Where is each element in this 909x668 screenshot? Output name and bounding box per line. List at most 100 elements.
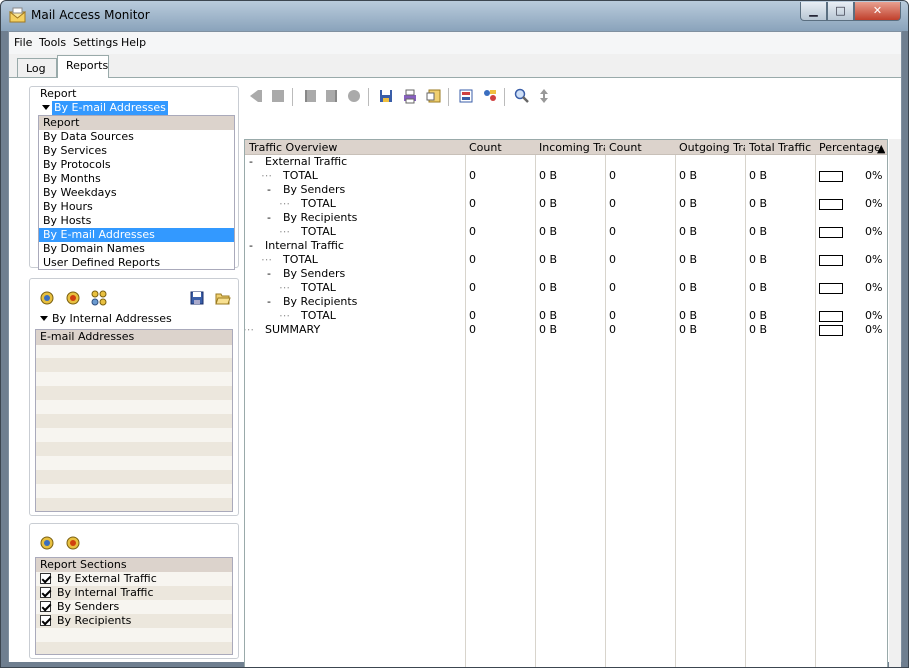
maximize-button[interactable]: □ — [827, 2, 854, 21]
tree-collapse-icon[interactable]: - — [267, 211, 271, 225]
tree-connector-icon: ⋯ — [261, 253, 272, 266]
grid-header: Traffic Overview Count Incoming Traf Cou… — [245, 140, 887, 155]
table-row[interactable]: ⋯ TOTAL 0 0 B 0 0 B 0 B 0% — [245, 225, 887, 239]
email-address-list[interactable]: E-mail Addresses — [35, 329, 233, 512]
tree-connector-icon: ⋯ — [279, 281, 290, 294]
sort-icon[interactable] — [536, 88, 552, 104]
report-option-data-sources[interactable]: By Data Sources — [39, 130, 234, 144]
users-icon[interactable] — [482, 88, 498, 104]
export-icon[interactable] — [426, 88, 442, 104]
row-label: TOTAL — [301, 225, 336, 238]
checkbox[interactable] — [40, 601, 51, 612]
report-option-hosts[interactable]: By Hosts — [39, 214, 234, 228]
menu-tools[interactable]: Tools — [39, 36, 66, 49]
report-icon[interactable] — [458, 88, 474, 104]
tab-reports[interactable]: Reports — [57, 55, 109, 78]
grid-cell: 0 — [609, 225, 616, 238]
group-icon[interactable] — [91, 290, 107, 306]
section-internal-traffic[interactable]: By Internal Traffic — [36, 586, 232, 600]
traffic-grid[interactable]: Traffic Overview Count Incoming Traf Cou… — [244, 139, 888, 667]
checkbox[interactable] — [40, 587, 51, 598]
menu-help[interactable]: Help — [121, 36, 146, 49]
close-button[interactable]: ✕ — [854, 2, 901, 21]
report-option-domain-names[interactable]: By Domain Names — [39, 242, 234, 256]
table-row[interactable]: ⋯ TOTAL 0 0 B 0 0 B 0 B 0% — [245, 309, 887, 323]
grid-cell: 0 — [469, 197, 476, 210]
grid-cell: 0 B — [539, 169, 558, 182]
section-external-traffic[interactable]: By External Traffic — [36, 572, 232, 586]
next-icon[interactable] — [324, 88, 340, 104]
toolbar-separator — [504, 88, 505, 106]
report-option-protocols[interactable]: By Protocols — [39, 158, 234, 172]
table-row[interactable]: ⋯ SUMMARY 0 0 B 0 0 B 0 B 0% — [244, 323, 887, 337]
tree-collapse-icon[interactable]: - — [267, 267, 271, 281]
remove-icon[interactable] — [65, 290, 81, 306]
maximize-icon: □ — [835, 4, 846, 17]
table-row[interactable]: ⋯ TOTAL 0 0 B 0 0 B 0 B 0% — [245, 281, 887, 295]
col-incoming-traffic[interactable]: Incoming Traf — [539, 141, 605, 154]
report-option-user-defined[interactable]: User Defined Reports — [39, 256, 234, 269]
row-label: By Recipients — [283, 295, 358, 308]
checkbox[interactable] — [40, 615, 51, 626]
section-label: By External Traffic — [57, 572, 157, 585]
address-type-combo[interactable]: By Internal Addresses — [38, 312, 233, 326]
tree-collapse-icon[interactable]: - — [267, 295, 271, 309]
back-icon[interactable] — [248, 88, 264, 104]
save-icon[interactable] — [378, 88, 394, 104]
table-row[interactable]: ⋯ TOTAL 0 0 B 0 0 B 0 B 0% — [245, 197, 887, 211]
table-row[interactable]: - External Traffic — [245, 155, 887, 169]
prev-icon[interactable] — [302, 88, 318, 104]
toolbar-separator — [368, 88, 369, 106]
grid-cell: 0 B — [539, 253, 558, 266]
col-percentage[interactable]: Percentage — [819, 141, 879, 154]
tree-connector-icon: ⋯ — [261, 169, 272, 182]
table-row[interactable]: ⋯ TOTAL 0 0 B 0 0 B 0 B 0% — [245, 169, 887, 183]
grid-body: - External Traffic ⋯ TOTAL 0 0 B00 B0 B 0% - By … — [244, 155, 887, 667]
minimize-button[interactable]: ▁ — [800, 2, 827, 21]
title-bar[interactable]: Mail Access Monitor ▁ □ ✕ — [1, 1, 908, 31]
tree-collapse-icon[interactable]: - — [267, 183, 271, 197]
uncheck-all-icon[interactable] — [65, 535, 81, 551]
report-option-months[interactable]: By Months — [39, 172, 234, 186]
report-option-hours[interactable]: By Hours — [39, 200, 234, 214]
tree-collapse-icon[interactable]: - — [249, 155, 253, 169]
col-traffic-overview[interactable]: Traffic Overview — [249, 141, 463, 154]
tree-connector-icon: ⋯ — [244, 323, 254, 336]
grid-cell: 0 B — [539, 281, 558, 294]
row-label: External Traffic — [265, 155, 348, 168]
open-folder-icon[interactable] — [215, 290, 231, 306]
report-option-weekdays[interactable]: By Weekdays — [39, 186, 234, 200]
tab-log[interactable]: Log — [17, 58, 57, 78]
percentage-bar — [819, 255, 843, 266]
report-dropdown-list[interactable]: Report By Data Sources By Services By Pr… — [38, 115, 235, 270]
tree-collapse-icon[interactable]: - — [249, 239, 253, 253]
percentage-value: 0% — [865, 281, 883, 294]
section-senders[interactable]: By Senders — [36, 600, 232, 614]
col-outgoing-traffic[interactable]: Outgoing Traf — [679, 141, 745, 154]
report-option-services[interactable]: By Services — [39, 144, 234, 158]
table-row[interactable]: - By Senders — [245, 267, 887, 281]
add-icon[interactable] — [39, 290, 55, 306]
report-combo[interactable]: By E-mail Addresses — [38, 101, 233, 115]
col-total-traffic[interactable]: Total Traffic — [749, 141, 815, 154]
table-row[interactable]: - By Recipients — [245, 295, 887, 309]
section-recipients[interactable]: By Recipients — [36, 614, 232, 628]
stop-icon[interactable] — [270, 88, 286, 104]
zoom-icon[interactable] — [514, 88, 530, 104]
report-option-email-addresses[interactable]: By E-mail Addresses — [39, 228, 234, 242]
grid-cell: 0 — [469, 169, 476, 182]
check-all-icon[interactable] — [39, 535, 55, 551]
checkbox[interactable] — [40, 573, 51, 584]
menu-file[interactable]: File — [14, 36, 32, 49]
window-title: Mail Access Monitor — [31, 8, 150, 22]
col-count[interactable]: Count — [469, 141, 533, 154]
table-row[interactable]: - By Recipients — [245, 211, 887, 225]
print-icon[interactable] — [402, 88, 418, 104]
menu-settings[interactable]: Settings — [73, 36, 118, 49]
record-icon[interactable] — [346, 88, 362, 104]
table-row[interactable]: - By Senders — [245, 183, 887, 197]
col-count-2[interactable]: Count — [609, 141, 673, 154]
save-list-icon[interactable] — [189, 290, 205, 306]
table-row[interactable]: ⋯ TOTAL 0 0 B 0 0 B 0 B 0% — [245, 253, 887, 267]
table-row[interactable]: - Internal Traffic — [245, 239, 887, 253]
